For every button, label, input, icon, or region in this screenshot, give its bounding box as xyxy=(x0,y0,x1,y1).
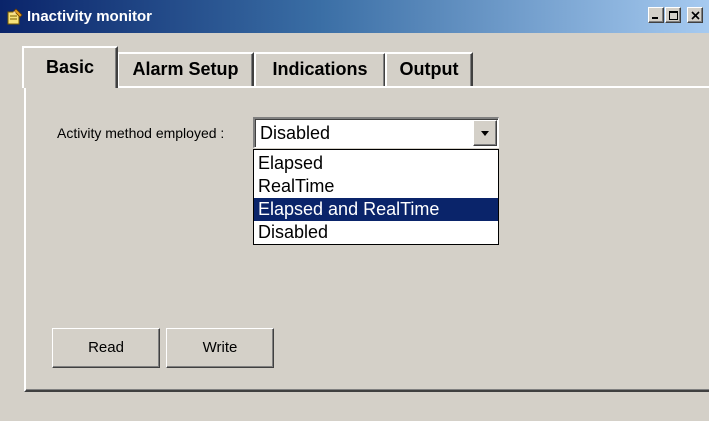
inactivity-monitor-window: Inactivity monitor Basic Alarm Setup Ind… xyxy=(0,0,709,421)
tab-alarm-setup[interactable]: Alarm Setup xyxy=(117,52,254,86)
tab-basic[interactable]: Basic xyxy=(22,46,118,88)
option-realtime[interactable]: RealTime xyxy=(254,175,498,198)
activity-method-combobox[interactable]: Disabled xyxy=(253,117,499,148)
title-bar[interactable]: Inactivity monitor xyxy=(0,0,709,33)
chevron-down-icon xyxy=(480,124,490,142)
note-pencil-icon xyxy=(5,8,23,26)
option-disabled[interactable]: Disabled xyxy=(254,221,498,244)
maximize-button[interactable] xyxy=(665,7,681,23)
activity-method-value: Disabled xyxy=(260,123,331,143)
close-icon xyxy=(690,10,700,20)
dropdown-toggle-button[interactable] xyxy=(473,120,497,146)
write-button[interactable]: Write xyxy=(166,328,274,368)
option-elapsed-and-realtime[interactable]: Elapsed and RealTime xyxy=(254,198,498,221)
activity-method-label: Activity method employed : xyxy=(57,125,225,141)
minimize-icon xyxy=(652,11,660,19)
tab-indications[interactable]: Indications xyxy=(254,52,386,86)
activity-method-dropdown-list: Elapsed RealTime Elapsed and RealTime Di… xyxy=(253,149,499,245)
maximize-icon xyxy=(668,10,678,20)
minimize-button[interactable] xyxy=(648,7,664,23)
tab-output[interactable]: Output xyxy=(385,52,473,86)
window-title: Inactivity monitor xyxy=(27,8,153,25)
close-button[interactable] xyxy=(687,7,703,23)
read-button[interactable]: Read xyxy=(52,328,160,368)
option-elapsed[interactable]: Elapsed xyxy=(254,152,498,175)
